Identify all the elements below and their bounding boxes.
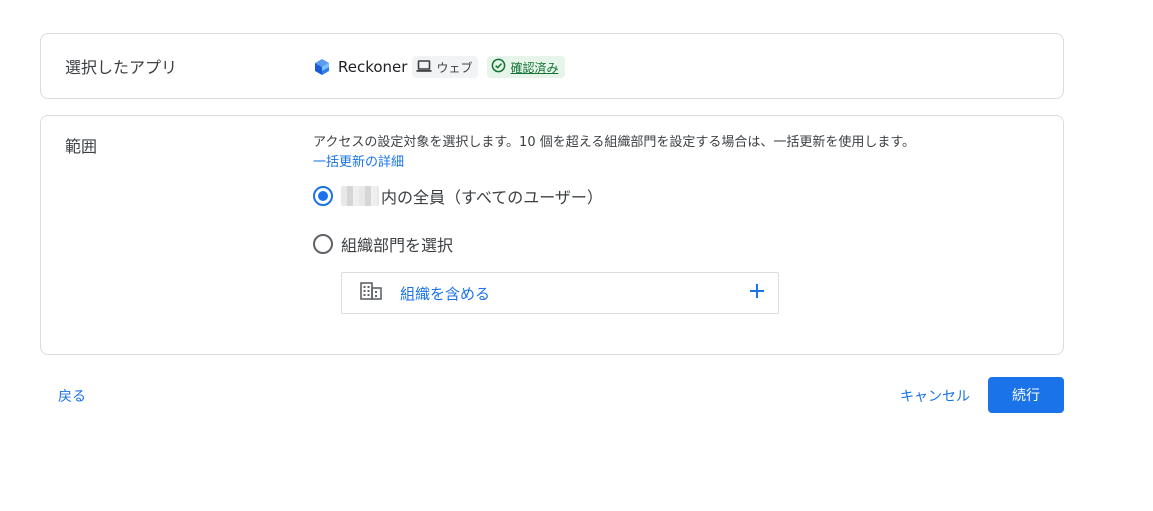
scope-label: 範囲	[65, 137, 98, 156]
radio-select-ou[interactable]	[313, 234, 333, 254]
radio-option-select-ou[interactable]: 組織部門を選択	[313, 232, 453, 256]
redacted-organization-name	[341, 186, 379, 206]
laptop-icon	[416, 59, 432, 76]
plus-icon[interactable]	[748, 282, 766, 304]
app-name: Reckoner	[338, 58, 408, 76]
reckoner-logo-icon	[313, 58, 331, 76]
scope-description-block: アクセスの設定対象を選択します。10 個を超える組織部門を設定する場合は、一括更…	[313, 133, 1013, 173]
selected-app-card: 選択したアプリ Reckoner ウェブ 確認済み	[40, 33, 1064, 99]
platform-chip: ウェブ	[412, 56, 479, 78]
selected-app-label: 選択したアプリ	[65, 58, 178, 77]
check-circle-icon	[491, 58, 506, 76]
verified-chip[interactable]: 確認済み	[487, 56, 565, 78]
radio-all-users[interactable]	[313, 186, 333, 206]
include-organization-label: 組織を含める	[400, 284, 491, 303]
verified-chip-label: 確認済み	[510, 60, 559, 75]
app-info-row: Reckoner ウェブ 確認済み	[313, 56, 574, 78]
scope-card: 範囲 アクセスの設定対象を選択します。10 個を超える組織部門を設定する場合は、…	[40, 115, 1064, 355]
include-organization-button[interactable]: 組織を含める	[341, 272, 779, 314]
building-icon	[360, 282, 382, 304]
cancel-button[interactable]: キャンセル	[900, 386, 970, 406]
radio-option-all-users[interactable]: 内の全員（すべてのユーザー）	[313, 184, 603, 208]
platform-chip-label: ウェブ	[436, 60, 473, 75]
back-button[interactable]: 戻る	[58, 386, 86, 406]
scope-description: アクセスの設定対象を選択します。10 個を超える組織部門を設定する場合は、一括更…	[313, 135, 916, 150]
bulk-update-learn-more-link[interactable]: 一括更新の詳細	[313, 153, 1013, 173]
radio-all-users-label: 内の全員（すべてのユーザー）	[381, 188, 603, 207]
radio-select-ou-label: 組織部門を選択	[341, 236, 454, 255]
continue-button[interactable]: 続行	[988, 377, 1064, 413]
